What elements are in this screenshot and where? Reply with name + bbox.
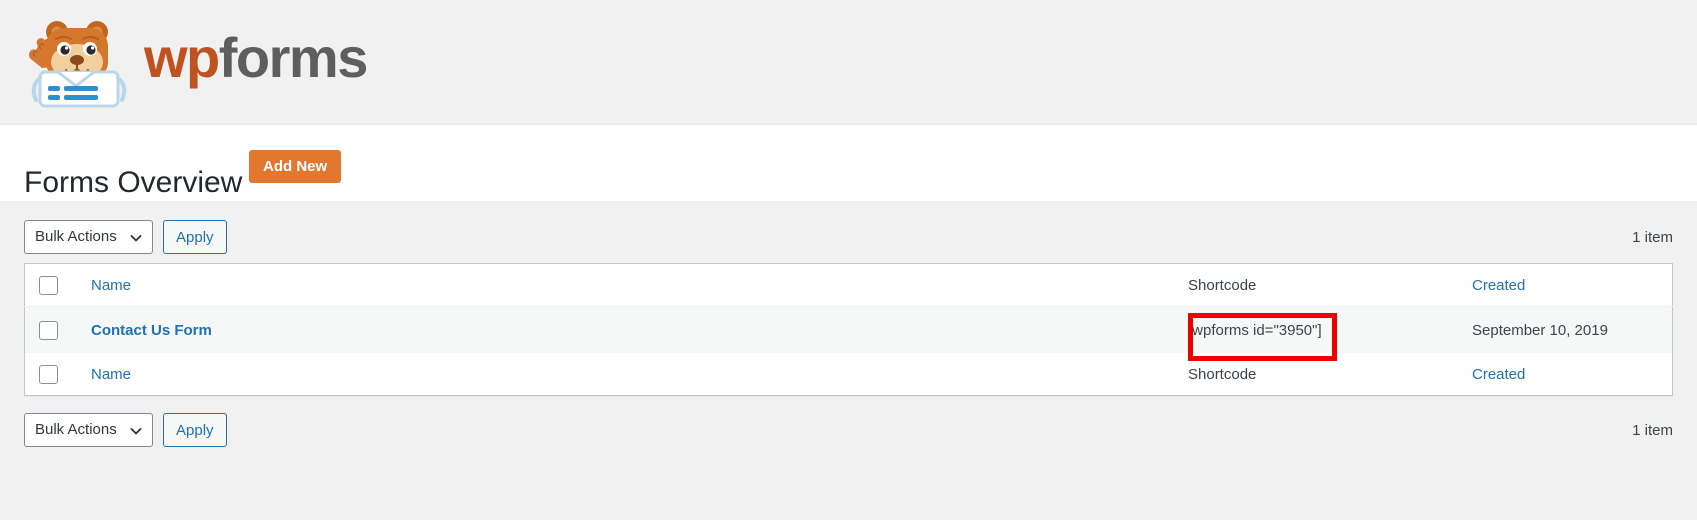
column-footer-created[interactable]: Created (1472, 353, 1673, 396)
column-header-created[interactable]: Created (1472, 264, 1673, 307)
column-footer-shortcode-label: Shortcode (1188, 365, 1257, 383)
logo-text-wp: wp (144, 26, 220, 89)
brand-header: wpforms (0, 0, 1697, 125)
row-created-cell: September 10, 2019 (1472, 306, 1673, 353)
page-title: Forms Overview (24, 166, 243, 200)
form-shortcode-value[interactable]: [wpforms id="3950"] (1172, 322, 1322, 339)
item-count-bottom: 1 item (1632, 421, 1673, 439)
column-header-name-link[interactable]: Name (91, 277, 131, 294)
select-all-footer (25, 353, 92, 396)
apply-button-top[interactable]: Apply (163, 220, 227, 254)
row-shortcode-cell: [wpforms id="3950"] (1172, 306, 1472, 353)
apply-button-bottom[interactable]: Apply (163, 413, 227, 447)
forms-table-head: Name Shortcode Created (25, 264, 1673, 307)
wpforms-logo[interactable]: wpforms (24, 16, 368, 108)
row-name-cell: Contact Us Form (91, 306, 1172, 353)
column-footer-created-link[interactable]: Created (1472, 366, 1525, 383)
tablenav-top: Bulk Actions Apply 1 item (0, 201, 1697, 263)
select-all-checkbox-bottom[interactable] (39, 364, 58, 384)
logo-text-forms: forms (218, 26, 369, 89)
forms-table: Name Shortcode Created Contact Us Form [… (24, 263, 1673, 396)
tablenav-bottom: Bulk Actions Apply 1 item (0, 396, 1697, 456)
column-header-name[interactable]: Name (91, 264, 1172, 307)
form-name-link[interactable]: Contact Us Form (91, 322, 212, 339)
bulk-actions-select-bottom-wrap[interactable]: Bulk Actions (24, 413, 153, 447)
select-all-checkbox-top[interactable] (39, 275, 58, 295)
item-count-top: 1 item (1632, 228, 1673, 246)
column-footer-shortcode: Shortcode (1172, 353, 1472, 396)
table-footer-row: Name Shortcode Created (25, 353, 1673, 396)
column-footer-name[interactable]: Name (91, 353, 1172, 396)
wpforms-wordmark: wpforms (144, 30, 368, 86)
column-header-created-link[interactable]: Created (1472, 277, 1525, 294)
column-footer-name-link[interactable]: Name (91, 366, 131, 383)
forms-table-body: Contact Us Form [wpforms id="3950"] Sept… (24, 306, 1673, 353)
row-select-cell (24, 306, 91, 353)
wpforms-bear-logo-icon (24, 16, 132, 108)
table-row[interactable]: Contact Us Form [wpforms id="3950"] Sept… (24, 306, 1673, 353)
page-header: Forms Overview Add New (0, 125, 1697, 201)
row-checkbox[interactable] (39, 320, 58, 340)
bulk-actions-select-bottom[interactable]: Bulk Actions (24, 413, 153, 447)
form-created-date: September 10, 2019 (1472, 321, 1608, 339)
column-header-shortcode-label: Shortcode (1188, 276, 1257, 294)
forms-table-foot: Name Shortcode Created (25, 353, 1673, 396)
bulk-actions-select-top-wrap[interactable]: Bulk Actions (24, 220, 153, 254)
select-all-header (25, 264, 92, 307)
add-new-button[interactable]: Add New (249, 150, 342, 183)
bulk-actions-select-top[interactable]: Bulk Actions (24, 220, 153, 254)
column-header-shortcode: Shortcode (1172, 264, 1472, 307)
forms-list-area: Bulk Actions Apply 1 item Name Shortcode (0, 201, 1697, 520)
table-header-row: Name Shortcode Created (25, 264, 1673, 307)
